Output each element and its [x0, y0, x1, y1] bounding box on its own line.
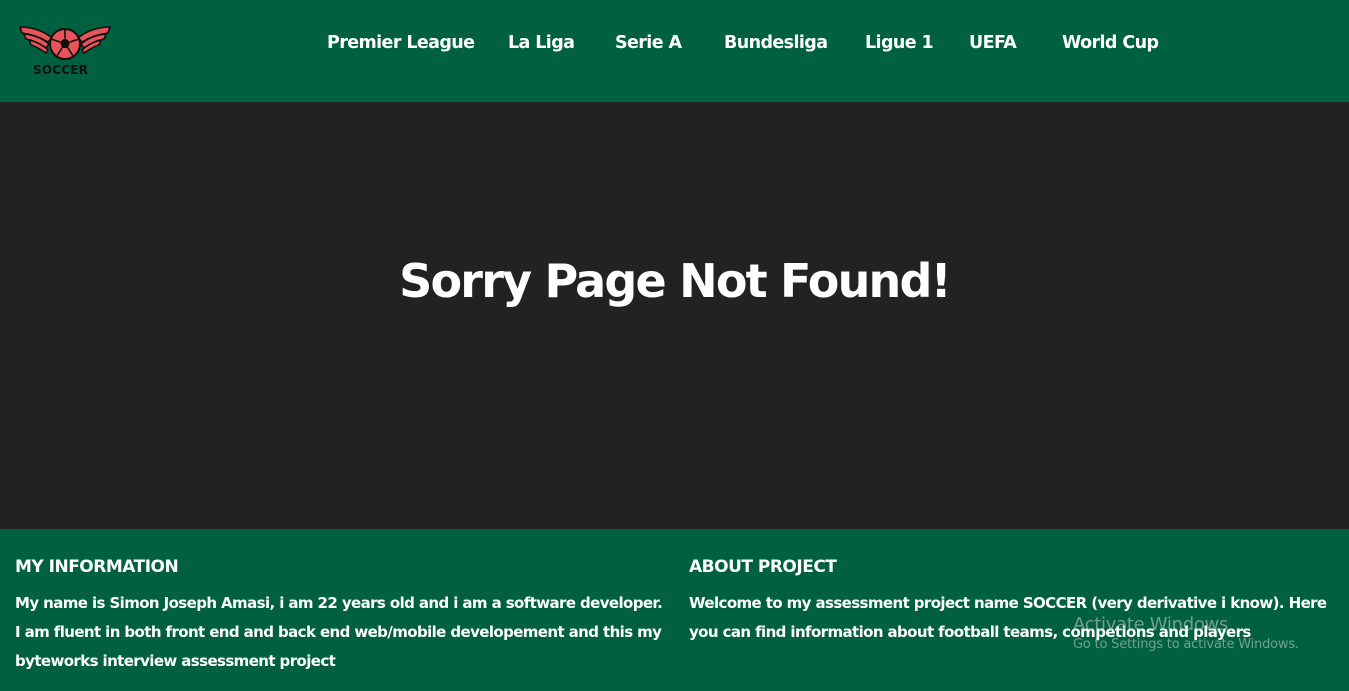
nav-item-bundesliga[interactable]: Bundesliga [724, 33, 828, 53]
footer-text-my-information: My name is Simon Joseph Amasi, i am 22 y… [15, 594, 663, 670]
site-logo[interactable]: SOCCER [18, 22, 112, 80]
nav-item-premier-league[interactable]: Premier League [327, 33, 475, 53]
page-title: Sorry Page Not Found! [399, 254, 951, 308]
nav-item-uefa[interactable]: UEFA [969, 33, 1017, 53]
watermark-title: Activate Windows [1073, 614, 1229, 635]
site-footer: MY INFORMATION My name is Simon Joseph A… [0, 529, 1349, 691]
footer-heading-my-information: MY INFORMATION [15, 557, 179, 577]
nav-item-serie-a[interactable]: Serie A [615, 33, 682, 53]
activate-windows-watermark: Activate Windows Go to Settings to activ… [1073, 614, 1299, 652]
nav-item-world-cup[interactable]: World Cup [1062, 33, 1159, 53]
page: SOCCER Premier League La Liga Serie A Bu… [0, 0, 1349, 691]
logo-text: SOCCER [33, 63, 89, 77]
site-header: SOCCER Premier League La Liga Serie A Bu… [0, 0, 1349, 102]
footer-my-information: MY INFORMATION My name is Simon Joseph A… [15, 557, 665, 676]
watermark-subtitle: Go to Settings to activate Windows. [1073, 637, 1299, 652]
main-content: Sorry Page Not Found! [0, 102, 1349, 529]
footer-heading-about-project: ABOUT PROJECT [689, 557, 837, 577]
nav-item-la-liga[interactable]: La Liga [508, 33, 575, 53]
nav-item-ligue-1[interactable]: Ligue 1 [865, 33, 934, 53]
